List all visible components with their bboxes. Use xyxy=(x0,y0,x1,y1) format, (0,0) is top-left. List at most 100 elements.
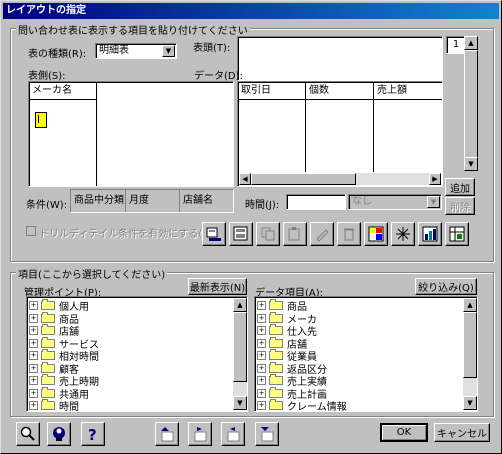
expand-plus-icon[interactable]: + xyxy=(257,301,266,310)
chevron-down-icon[interactable]: ▼ xyxy=(162,45,175,57)
expand-plus-icon[interactable]: + xyxy=(29,376,38,385)
copy-icon[interactable] xyxy=(256,222,280,246)
move-up-icon[interactable] xyxy=(155,422,179,446)
header-label: 表頭(T): xyxy=(193,43,231,54)
ruler-icon[interactable] xyxy=(35,112,47,128)
expand-plus-icon[interactable]: + xyxy=(29,326,38,335)
expand-icon[interactable] xyxy=(391,222,415,246)
expand-plus-icon[interactable]: + xyxy=(29,401,38,410)
scroll-left-icon[interactable]: ◀ xyxy=(239,173,251,185)
condition-item[interactable]: 月度 xyxy=(129,189,149,212)
expand-plus-icon[interactable]: + xyxy=(29,313,38,323)
paste-icon[interactable] xyxy=(283,222,307,246)
help-icon[interactable]: ? xyxy=(81,422,105,446)
move-down-icon[interactable] xyxy=(255,422,279,446)
trash-icon[interactable] xyxy=(337,222,361,246)
condition-label: 条件(W): xyxy=(26,200,68,211)
scroll-thumb[interactable] xyxy=(463,312,477,378)
layout-group-title: 問い合わせ表に表示する項目を貼り付けてください xyxy=(16,22,250,37)
expand-plus-icon[interactable]: + xyxy=(29,351,38,360)
filter-button[interactable]: 絞り込み(Q) xyxy=(415,278,477,295)
scroll-right-icon[interactable]: ▶ xyxy=(429,173,441,185)
condition-item[interactable]: 商品中分類 xyxy=(74,189,124,212)
move-left-icon[interactable] xyxy=(221,422,245,446)
filter-button-label: 絞り込み(Q) xyxy=(418,283,474,294)
expand-plus-icon[interactable]: + xyxy=(29,363,38,373)
data-column-divider xyxy=(305,100,306,172)
scroll-down-icon[interactable]: ▼ xyxy=(464,157,478,171)
table-type-value: 明細表 xyxy=(99,45,129,56)
ok-button[interactable]: OK xyxy=(380,423,428,442)
expand-plus-icon[interactable]: + xyxy=(257,401,266,410)
pivot-icon[interactable] xyxy=(364,222,388,246)
folder-icon xyxy=(269,336,283,348)
expand-plus-icon[interactable]: + xyxy=(257,313,266,323)
expand-plus-icon[interactable]: + xyxy=(257,351,266,360)
data-column-header[interactable]: 個数 xyxy=(306,82,374,100)
folder-icon xyxy=(41,349,55,360)
expand-plus-icon[interactable]: + xyxy=(257,388,266,398)
page-scrollbar[interactable]: ▲ ▼ xyxy=(464,36,478,171)
scroll-up-icon[interactable]: ▲ xyxy=(233,298,247,312)
condition-item[interactable]: 店舗名 xyxy=(183,189,213,212)
scroll-up-icon[interactable]: ▲ xyxy=(464,36,478,50)
expand-plus-icon[interactable]: + xyxy=(257,338,266,348)
scroll-thumb[interactable] xyxy=(233,312,247,382)
tree-item[interactable]: + クレーム情報 xyxy=(257,399,347,413)
data-hscrollbar[interactable]: ◀ ▶ xyxy=(239,173,441,185)
drill-checkbox[interactable] xyxy=(26,226,36,236)
data-drop-area[interactable]: 取引日 個数 売上額 ◀ ▶ xyxy=(237,81,443,187)
time-input[interactable] xyxy=(286,194,346,210)
expand-plus-icon[interactable]: + xyxy=(257,363,266,373)
chart-icon[interactable] xyxy=(418,222,442,246)
data-items-tree[interactable]: + 商品 + メーカ + 仕入先 + 店舗 + 従業員 + 返品区分 + 売上実績 + 売上計画 + クレーム情報… xyxy=(254,296,478,413)
data-label: データ(D): xyxy=(194,71,243,82)
cancel-button[interactable]: キャンセル xyxy=(434,423,490,442)
time-select[interactable]: なし ▼ xyxy=(348,194,442,210)
page-number-field[interactable]: 1 xyxy=(446,36,466,54)
mgmt-tree[interactable]: + 個人用 + 商品 + 店舗 + サービス + 相対時間 + 顧客 + 売上時期 + 共通用 + 時間 ▲ ▼ xyxy=(26,296,248,413)
scroll-down-icon[interactable]: ▼ xyxy=(233,396,247,410)
data-items-scrollbar[interactable]: ▲ ▼ xyxy=(463,298,477,410)
side-column-divider xyxy=(96,100,97,186)
preview-icon[interactable] xyxy=(202,222,226,246)
header-drop-area[interactable] xyxy=(237,36,443,81)
expand-plus-icon[interactable]: + xyxy=(257,376,266,385)
edit-icon[interactable] xyxy=(310,222,334,246)
tree-item[interactable]: + 時間 xyxy=(29,399,79,413)
folder-icon xyxy=(41,336,55,348)
table-type-select[interactable]: 明細表 ▼ xyxy=(95,43,177,59)
window-title: レイアウトの指定 xyxy=(6,5,86,16)
side-drop-area[interactable]: メーカ名 xyxy=(28,81,234,187)
folder-icon xyxy=(269,311,283,323)
scroll-up-icon[interactable]: ▲ xyxy=(463,298,477,312)
expand-plus-icon[interactable]: + xyxy=(29,388,38,398)
expand-plus-icon[interactable]: + xyxy=(29,338,38,348)
cancel-button-label: キャンセル xyxy=(437,429,487,440)
refresh-button[interactable]: 最新表示(N) xyxy=(188,278,247,295)
layout-icon[interactable] xyxy=(229,222,253,246)
expand-plus-icon[interactable]: + xyxy=(257,326,266,335)
folder-icon xyxy=(41,311,55,323)
chevron-down-icon[interactable]: ▼ xyxy=(427,196,440,208)
data-column-header[interactable]: 売上額 xyxy=(374,82,442,100)
folder-icon xyxy=(269,386,283,398)
delete-button[interactable]: 削除 xyxy=(445,197,475,215)
mgmt-scrollbar[interactable]: ▲ ▼ xyxy=(233,298,247,410)
move-right-icon[interactable] xyxy=(188,422,212,446)
hscroll-thumb[interactable] xyxy=(251,173,356,185)
search-icon[interactable] xyxy=(16,422,40,446)
items-group-title: 項目(ここから選択してください) xyxy=(16,266,168,281)
scroll-down-icon[interactable]: ▼ xyxy=(463,396,477,410)
delete-button-label: 削除 xyxy=(450,202,470,214)
user-help-icon[interactable] xyxy=(47,422,71,446)
tree-item-label: 時間 xyxy=(59,402,79,413)
expand-plus-icon[interactable]: + xyxy=(29,301,38,310)
add-button[interactable]: 追加 xyxy=(445,178,475,196)
refresh-button-label: 最新表示(N) xyxy=(189,283,246,294)
side-column-header[interactable]: メーカ名 xyxy=(29,82,97,100)
data-column-label: 個数 xyxy=(309,85,329,96)
scroll-thumb[interactable] xyxy=(464,50,478,159)
data-column-header[interactable]: 取引日 xyxy=(238,82,306,100)
grid-settings-icon[interactable] xyxy=(445,222,469,246)
